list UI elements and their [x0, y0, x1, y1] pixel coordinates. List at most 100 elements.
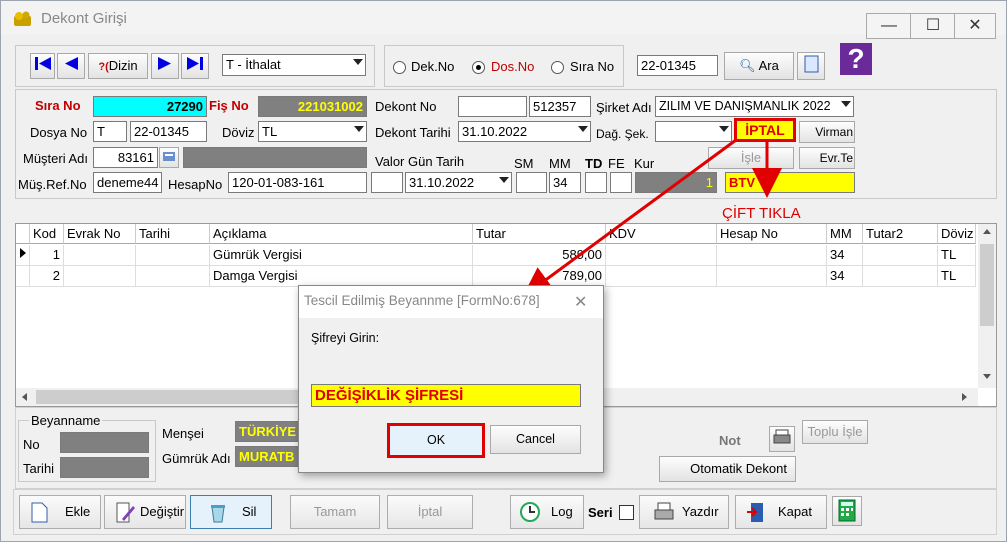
isle-button[interactable]: İşle	[708, 147, 794, 169]
evr-te-button[interactable]: Evr.Te	[799, 147, 855, 169]
mm-field[interactable]: 34	[549, 172, 581, 193]
cell-kod[interactable]: 2	[30, 266, 64, 287]
cell-kdv[interactable]	[606, 266, 717, 287]
cell-tutar2[interactable]	[863, 245, 938, 266]
sirket-select[interactable]: ZILIM VE DANIŞMANLIK 2022	[655, 96, 854, 117]
valor-tarih-field[interactable]: 31.10.2022	[405, 172, 512, 193]
calculator-button[interactable]	[832, 496, 862, 526]
cell-hesap-no[interactable]	[717, 245, 827, 266]
cell-hesap-no[interactable]	[717, 266, 827, 287]
help-icon[interactable]: ?	[840, 43, 872, 75]
log-button[interactable]: Log	[510, 495, 584, 529]
radio-sira-no[interactable]	[551, 61, 564, 74]
musteri-ad-field[interactable]	[183, 147, 367, 168]
cell-tarihi[interactable]	[136, 266, 210, 287]
cell-kdv[interactable]	[606, 245, 717, 266]
musteri-kod-field[interactable]: 83161	[93, 147, 158, 168]
cell-mm[interactable]: 34	[827, 266, 863, 287]
valor-gun-field[interactable]	[371, 172, 403, 193]
grid-header-mm[interactable]: MM	[827, 224, 863, 244]
scroll-up-icon[interactable]	[983, 229, 991, 234]
close-window-button[interactable]: ✕	[954, 13, 996, 39]
cell-doviz[interactable]: TL	[938, 245, 976, 266]
prev-record-button[interactable]	[57, 53, 85, 79]
musteri-lookup-button[interactable]	[159, 147, 179, 168]
maximize-button[interactable]: ☐	[910, 13, 956, 39]
yazdir-button[interactable]: Yazdır	[639, 495, 729, 529]
grid-header-tutar[interactable]: Tutar	[473, 224, 606, 244]
grid-header-kdv[interactable]: KDV	[606, 224, 717, 244]
grid-header-hesap-no[interactable]: Hesap No	[717, 224, 827, 244]
grid-header-kod[interactable]: Kod	[30, 224, 64, 244]
cell-mm[interactable]: 34	[827, 245, 863, 266]
gumruk-field[interactable]: MURATB	[235, 446, 301, 467]
scroll-down-icon[interactable]	[983, 374, 991, 379]
td-field[interactable]	[585, 172, 607, 193]
radio-dek-no[interactable]	[393, 61, 406, 74]
fe-field[interactable]	[610, 172, 632, 193]
sm-field[interactable]	[516, 172, 547, 193]
beyanname-no-field[interactable]	[60, 432, 149, 453]
toplu-isle-button[interactable]: Toplu İşle	[802, 420, 868, 444]
dekont-no-field-a[interactable]	[458, 96, 527, 117]
tamam-button[interactable]: Tamam	[290, 495, 380, 529]
cell-tutar2[interactable]	[863, 266, 938, 287]
ekle-button[interactable]: Ekle	[19, 495, 101, 529]
grid-header-doviz[interactable]: Döviz	[938, 224, 976, 244]
grid-header-tarihi[interactable]: Tarihi	[136, 224, 210, 244]
islem-tipi-select[interactable]: T - İthalat	[222, 54, 366, 76]
mus-ref-field[interactable]: deneme44	[93, 172, 162, 193]
sil-button[interactable]: Sil	[190, 495, 272, 529]
grid-header-aciklama[interactable]: Açıklama	[210, 224, 473, 244]
kapat-button[interactable]: Kapat	[735, 495, 827, 529]
otomatik-dekont-button[interactable]: Otomatik Dekont	[659, 456, 796, 482]
doviz-select[interactable]: TL	[258, 121, 367, 142]
ara-button[interactable]: 🔍︎ Ara	[724, 52, 794, 80]
cell-tutar[interactable]: 589,00	[473, 245, 606, 266]
cell-kod[interactable]: 1	[30, 245, 64, 266]
scroll-left-icon[interactable]	[22, 393, 27, 401]
minimize-button[interactable]: —	[866, 13, 912, 39]
cell-evrak-no[interactable]	[64, 266, 136, 287]
kur-field[interactable]: 1	[635, 172, 717, 193]
search-input[interactable]: 22-01345	[637, 55, 718, 76]
scroll-right-icon[interactable]	[962, 393, 967, 401]
iptal-status-badge[interactable]: İPTAL	[734, 118, 796, 142]
degistir-button[interactable]: Değiştir	[104, 495, 186, 529]
next-record-button[interactable]	[151, 53, 179, 79]
dosya-prefix-field[interactable]: T	[93, 121, 127, 142]
dekont-tarihi-field[interactable]: 31.10.2022	[458, 121, 591, 142]
last-record-button[interactable]	[181, 53, 209, 79]
fis-no-field[interactable]: 221031002	[258, 96, 367, 117]
vertical-scroll-thumb[interactable]	[980, 244, 994, 326]
dosya-no-field[interactable]: 22-01345	[130, 121, 207, 142]
btv-field[interactable]: BTV	[725, 172, 855, 193]
cell-aciklama[interactable]: Damga Vergisi	[210, 266, 473, 287]
mensei-field[interactable]: TÜRKİYE	[235, 421, 301, 442]
cell-tutar[interactable]: 789,00	[473, 266, 606, 287]
cell-tarihi[interactable]	[136, 245, 210, 266]
vertical-scrollbar[interactable]	[978, 224, 996, 388]
dekont-no-field-b[interactable]: 512357	[529, 96, 591, 117]
first-record-button[interactable]	[30, 53, 55, 79]
dag-sek-select[interactable]	[655, 121, 732, 142]
not-print-button[interactable]	[769, 426, 795, 452]
cell-evrak-no[interactable]	[64, 245, 136, 266]
grid-header-evrak-no[interactable]: Evrak No	[64, 224, 136, 244]
cell-doviz[interactable]: TL	[938, 266, 976, 287]
dialog-close-icon[interactable]: ✕	[574, 292, 587, 312]
grid-header-tutar2[interactable]: Tutar2	[863, 224, 938, 244]
seri-checkbox[interactable]	[619, 505, 634, 520]
dialog-cancel-button[interactable]: Cancel	[490, 425, 581, 454]
cell-aciklama[interactable]: Gümrük Vergisi	[210, 245, 473, 266]
radio-dos-no[interactable]	[472, 61, 485, 74]
dizin-button[interactable]: ?(Dizin	[88, 53, 148, 79]
sira-no-field[interactable]: 27290	[93, 96, 207, 117]
virman-button[interactable]: Virman	[799, 121, 855, 143]
dialog-ok-button[interactable]: OK	[387, 423, 485, 458]
document-button[interactable]	[797, 52, 825, 80]
password-input[interactable]: DEĞİŞİKLİK ŞİFRESİ	[311, 384, 581, 407]
beyanname-tarihi-field[interactable]	[60, 457, 149, 478]
hesapno-field[interactable]: 120-01-083-161	[228, 172, 367, 193]
iptal-button[interactable]: İptal	[387, 495, 473, 529]
